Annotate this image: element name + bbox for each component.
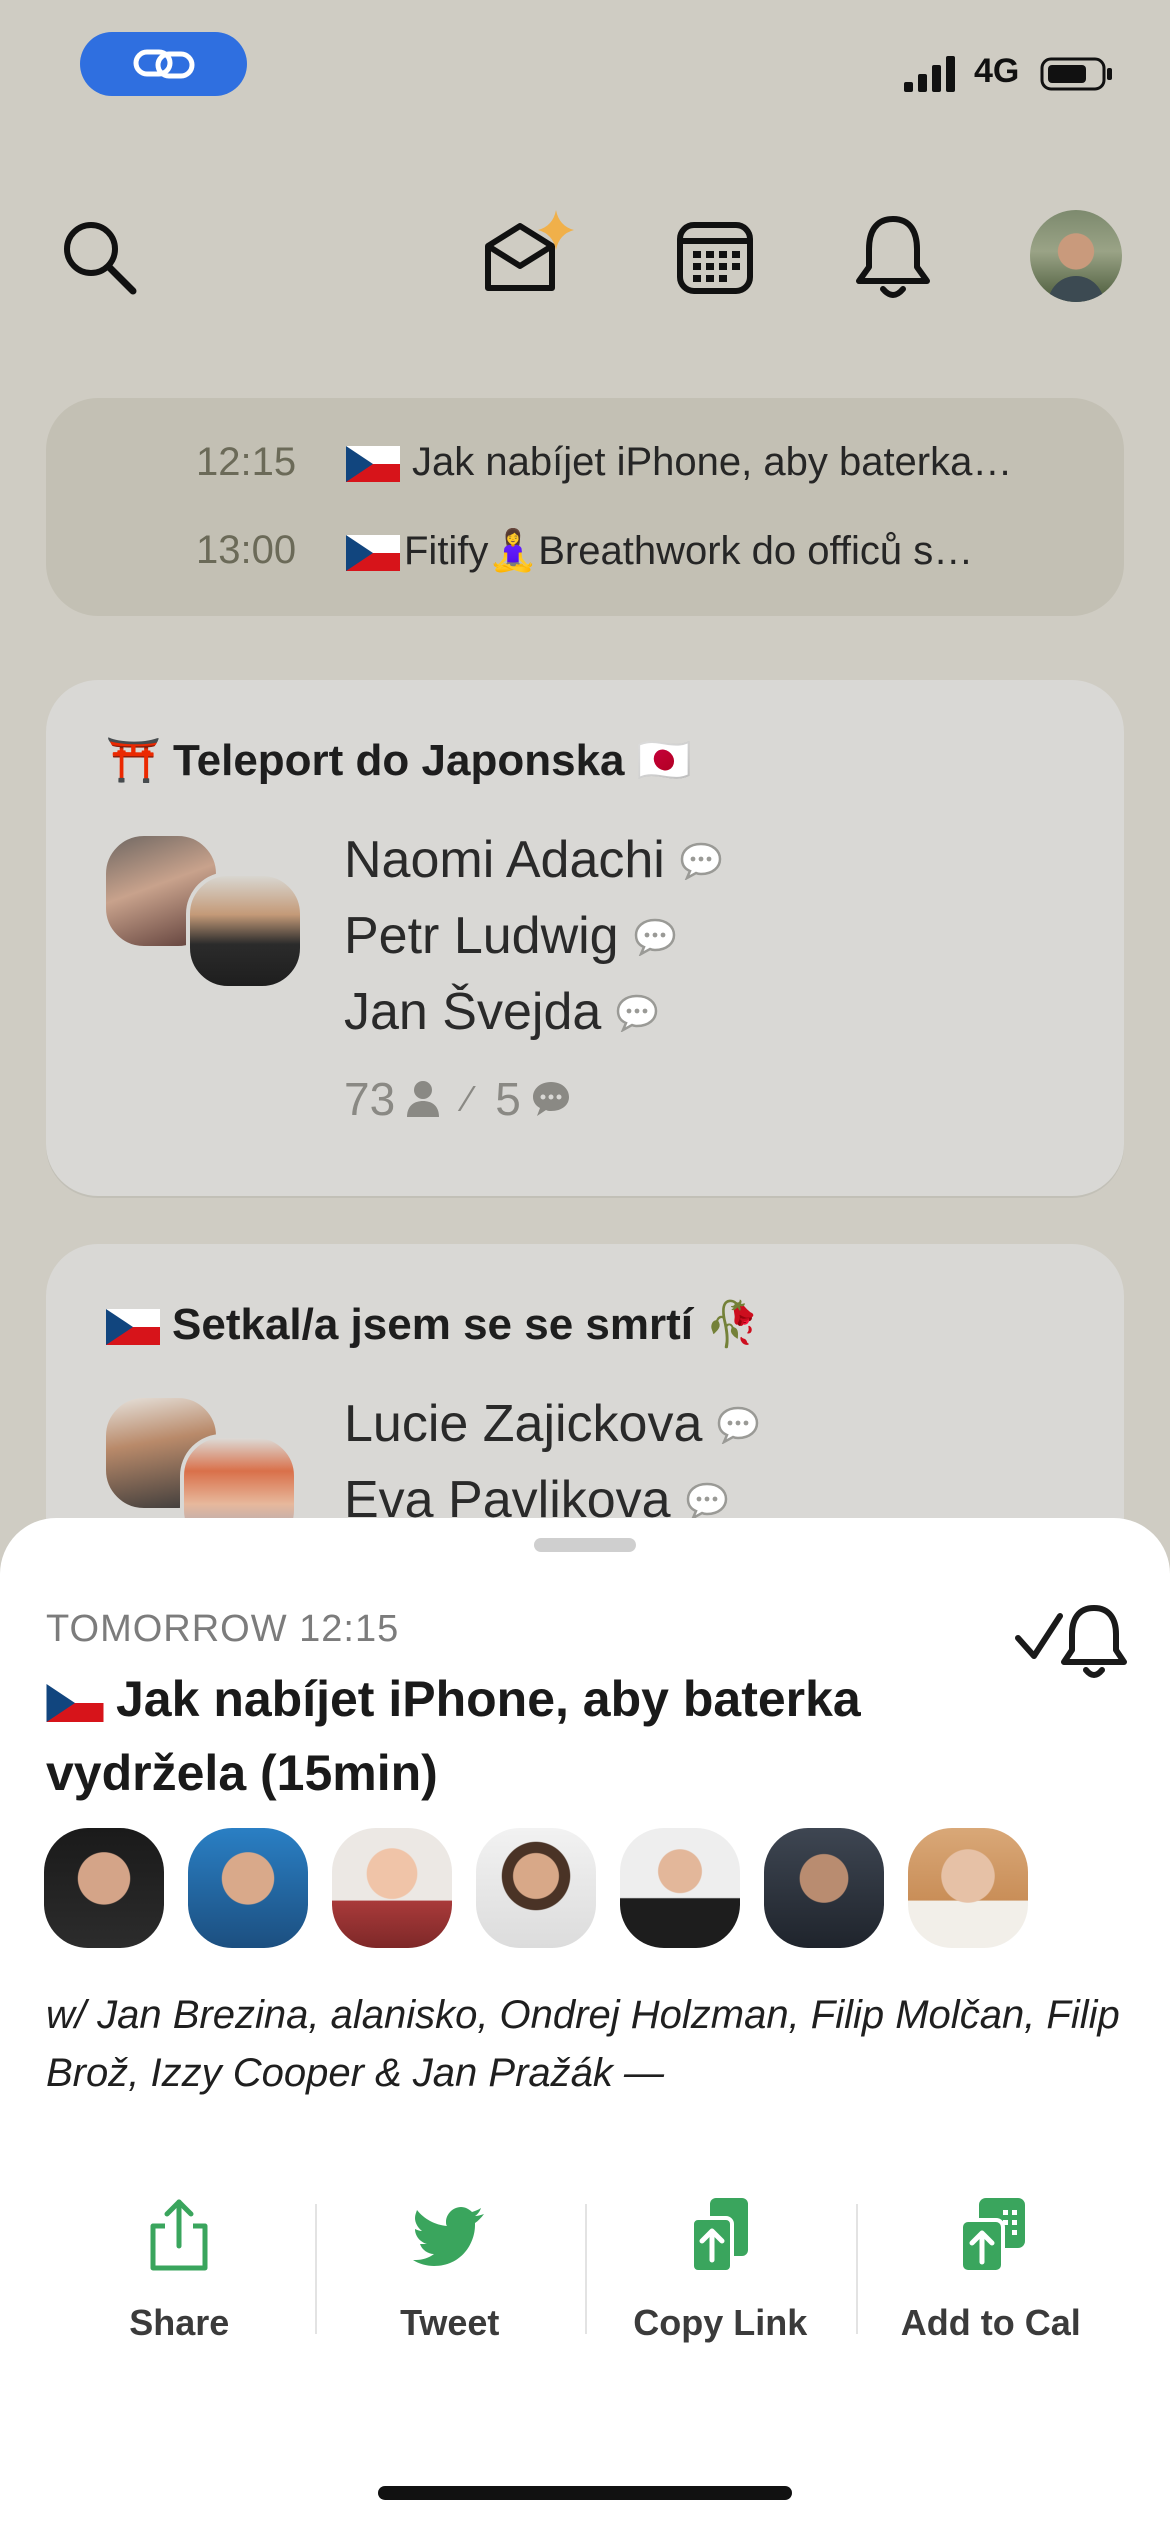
- speech-bubble-icon: [718, 1406, 759, 1444]
- speaker-name[interactable]: Naomi Adachi: [344, 830, 723, 890]
- room-stats: 73 ⁄ 5: [344, 1072, 571, 1126]
- search-icon: [64, 222, 137, 295]
- reminder-set-button[interactable]: [1010, 1598, 1130, 1684]
- speaker-name[interactable]: Petr Ludwig: [344, 906, 677, 966]
- speaker-avatar[interactable]: [620, 1828, 740, 1948]
- upcoming-title: Jak nabíjet iPhone, aby baterka…: [346, 440, 1012, 485]
- speaker-avatar[interactable]: [188, 1828, 308, 1948]
- upcoming-item[interactable]: 12:15 Jak nabíjet iPhone, aby baterka…: [46, 432, 1124, 492]
- share-button[interactable]: Share: [44, 2194, 315, 2380]
- network-type: 4G: [974, 52, 1020, 90]
- event-speakers: [44, 1828, 1028, 1948]
- cellular-signal-icon: [904, 56, 955, 92]
- speaker-count: 5: [495, 1073, 521, 1125]
- twitter-bird-icon: [412, 2207, 484, 2266]
- profile-avatar[interactable]: [1030, 210, 1122, 302]
- event-detail-sheet: TOMORROW 12:15 Jak nabíjet iPhone, aby b…: [0, 1518, 1170, 2532]
- upcoming-time: 12:15: [196, 439, 297, 484]
- czech-flag-icon: [106, 1309, 160, 1346]
- chat-bubble-icon: [532, 1082, 569, 1116]
- speaker-name[interactable]: Lucie Zajickova: [344, 1394, 760, 1454]
- czech-flag-icon: [346, 445, 400, 482]
- upcoming-events[interactable]: 12:15 Jak nabíjet iPhone, aby baterka… 1…: [46, 398, 1124, 616]
- person-icon: [407, 1081, 440, 1117]
- upcoming-time: 13:00: [196, 527, 297, 572]
- room-card[interactable]: ⛩️ Teleport do Japonska 🇯🇵 Naomi Adachi …: [46, 680, 1124, 1196]
- copy-link-button[interactable]: Copy Link: [585, 2194, 856, 2380]
- add-to-calendar-icon: [958, 2198, 1025, 2274]
- home-indicator[interactable]: [378, 2486, 792, 2500]
- listener-count: 73: [344, 1073, 396, 1125]
- calendar-icon: [677, 222, 753, 294]
- speech-bubble-icon: [680, 842, 722, 880]
- speaker-avatar[interactable]: [908, 1828, 1028, 1948]
- room-title: Setkal/a jsem se se smrtí 🥀: [106, 1298, 760, 1350]
- link-icon: [133, 49, 194, 79]
- link-pill[interactable]: [80, 32, 247, 96]
- speaker-avatar[interactable]: [476, 1828, 596, 1948]
- invite-icon: [485, 210, 574, 291]
- speech-bubble-icon: [686, 1482, 727, 1520]
- speaker-avatar: [186, 872, 304, 990]
- room-title: ⛩️ Teleport do Japonska 🇯🇵: [106, 736, 692, 785]
- event-time: TOMORROW 12:15: [46, 1608, 400, 1650]
- add-to-cal-label: Add to Cal: [900, 2302, 1081, 2343]
- notifications-button[interactable]: [848, 208, 938, 304]
- share-label: Share: [129, 2302, 230, 2343]
- stats-divider: ⁄: [465, 1078, 472, 1119]
- event-participants: w/ Jan Brezina, alanisko, Ondrej Holzman…: [46, 1993, 1120, 2095]
- sheet-grabber[interactable]: [534, 1538, 636, 1552]
- copy-link-icon: [690, 2198, 749, 2274]
- event-title: Jak nabíjet iPhone, aby baterka vydržela…: [46, 1671, 861, 1801]
- speaker-avatar[interactable]: [44, 1828, 164, 1948]
- tweet-button[interactable]: Tweet: [314, 2194, 586, 2380]
- status-bar: 4G: [0, 0, 1170, 120]
- action-bar: Share Tweet Copy Link Add to Cal: [44, 2194, 1126, 2380]
- battery-icon: [1040, 57, 1112, 91]
- upcoming-item[interactable]: 13:00 Fitify🧘‍♀️Breathwork do officů s…: [46, 520, 1124, 580]
- search-button[interactable]: [54, 212, 144, 302]
- share-icon: [150, 2199, 208, 2271]
- calendar-button[interactable]: [670, 212, 760, 302]
- tweet-label: Tweet: [400, 2302, 500, 2343]
- check-bell-icon: [1015, 1605, 1127, 1678]
- bell-icon: [856, 216, 930, 298]
- speech-bubble-icon: [634, 918, 675, 956]
- upcoming-title: Fitify🧘‍♀️Breathwork do officů s…: [346, 527, 973, 574]
- add-to-calendar-button[interactable]: Add to Cal: [855, 2194, 1127, 2380]
- copy-link-label: Copy Link: [633, 2302, 808, 2343]
- czech-flag-icon: [346, 534, 400, 571]
- czech-flag-icon: [46, 1683, 104, 1722]
- speech-bubble-icon: [617, 994, 658, 1032]
- invite-button[interactable]: [478, 204, 588, 304]
- speaker-avatar[interactable]: [764, 1828, 884, 1948]
- speaker-name[interactable]: Jan Švejda: [344, 982, 659, 1042]
- speaker-avatar[interactable]: [332, 1828, 452, 1948]
